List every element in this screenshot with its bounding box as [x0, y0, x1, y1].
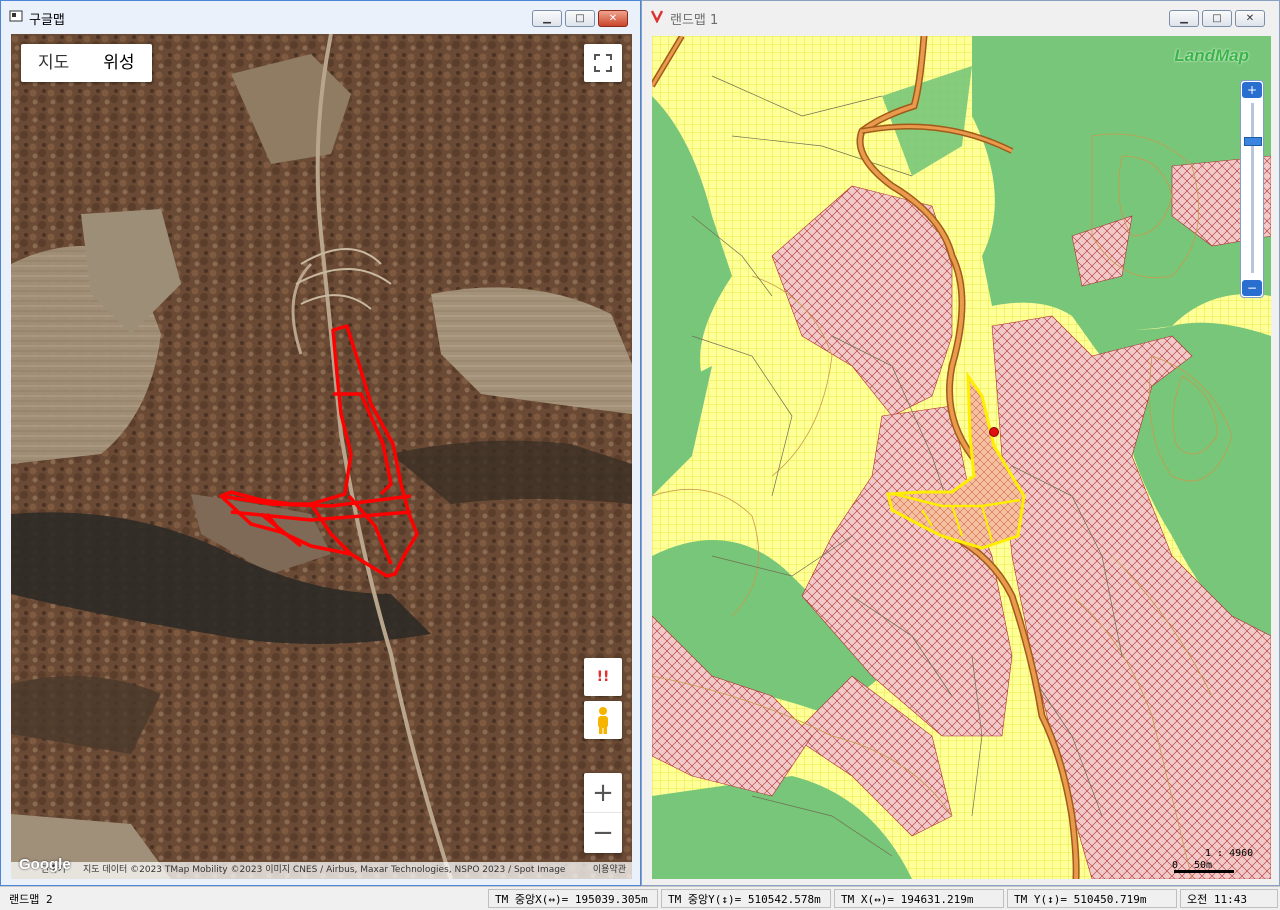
zoom-in-button[interactable]: + — [584, 773, 622, 813]
close-button[interactable]: ✕ — [1235, 10, 1265, 27]
close-icon: ✕ — [1245, 13, 1255, 24]
maximize-icon: □ — [575, 13, 585, 24]
location-marker — [989, 427, 999, 437]
scale-distance: 50m — [1194, 860, 1213, 871]
zoom-slider-track[interactable] — [1251, 103, 1254, 273]
landmap-app-icon — [650, 10, 664, 23]
zoom-out-button[interactable]: − — [1242, 280, 1262, 296]
map-type-satellite-button[interactable]: 위성 — [86, 44, 151, 82]
zoom-control[interactable]: + − — [584, 773, 622, 853]
scale-zero: 0 — [1172, 860, 1179, 871]
terms-link[interactable]: 이용약관 — [593, 862, 626, 879]
status-tm-center-y: TM 중앙Y(↕)= 510542.578m — [661, 889, 831, 908]
maximize-button[interactable]: □ — [565, 10, 595, 27]
satellite-map-view[interactable]: 지도 위성 !! + − 단축키 지도 데이터 ©2023 TMap Mobil… — [11, 34, 632, 879]
google-window-titlebar[interactable]: 구글맵 ▁ □ ✕ — [1, 1, 640, 33]
app-icon — [9, 10, 23, 22]
zoom-in-button[interactable]: + — [1242, 82, 1262, 98]
zoom-out-button[interactable]: − — [584, 813, 622, 853]
maximize-button[interactable]: □ — [1202, 10, 1232, 27]
minus-icon: − — [592, 818, 614, 848]
close-icon: ✕ — [608, 13, 618, 24]
zoom-slider-handle[interactable] — [1244, 137, 1262, 146]
map-attribution-bar: 단축키 지도 데이터 ©2023 TMap Mobility ©2023 이미지… — [11, 862, 632, 879]
window-title: 랜드맵 1 — [670, 13, 719, 28]
fullscreen-icon — [594, 54, 612, 72]
window-title: 구글맵 — [29, 13, 65, 28]
pegman-icon — [598, 707, 608, 734]
landmap-window-titlebar[interactable]: 랜드맵 1 ▁ □ ✕ — [642, 1, 1279, 33]
minimize-icon: ▁ — [543, 13, 551, 24]
minimize-button[interactable]: ▁ — [532, 10, 562, 27]
fullscreen-button[interactable] — [584, 44, 622, 82]
minimize-button[interactable]: ▁ — [1169, 10, 1199, 27]
street-view-pegman-button[interactable] — [584, 701, 622, 739]
zoom-slider-control[interactable]: + − — [1240, 80, 1264, 298]
minus-icon: − — [1246, 281, 1258, 295]
map-scale-ratio: 1 : 4960 — [1205, 848, 1254, 859]
status-window-name: 랜드맵 2 — [9, 893, 53, 906]
landmap-logo: LandMap — [1174, 46, 1249, 65]
google-logo: Google — [19, 856, 71, 873]
status-tm-y: TM Y(↕)= 510450.719m — [1007, 889, 1177, 908]
status-tm-center-x: TM 중앙X(↔)= 195039.305m — [488, 889, 658, 908]
report-issue-button[interactable]: !! — [584, 658, 622, 696]
map-type-map-button[interactable]: 지도 — [21, 44, 86, 82]
status-clock: 오전 11:43 — [1180, 889, 1278, 908]
warning-icon: !! — [596, 669, 610, 685]
status-tm-x: TM X(↔)= 194631.219m — [834, 889, 1004, 908]
plus-icon: + — [1246, 83, 1258, 97]
maximize-icon: □ — [1212, 13, 1222, 24]
land-use-map — [652, 36, 1271, 879]
google-map-window[interactable]: 구글맵 ▁ □ ✕ 지도 위성 !! + − 단축키 지도 데이터 ©2023 … — [0, 0, 641, 886]
cadastral-map-view[interactable]: LandMap + − 1 : 4960 0 50m — [652, 36, 1271, 879]
plus-icon: + — [592, 778, 614, 808]
close-button[interactable]: ✕ — [598, 10, 628, 27]
status-bar: 랜드맵 2 TM 중앙X(↔)= 195039.305m TM 중앙Y(↕)= … — [0, 886, 1280, 910]
minimize-icon: ▁ — [1180, 13, 1188, 24]
satellite-imagery — [11, 34, 632, 879]
map-data-attribution: 지도 데이터 ©2023 TMap Mobility ©2023 이미지 CNE… — [83, 865, 566, 875]
landmap-window[interactable]: 랜드맵 1 ▁ □ ✕ LandMap + − 1: 4960 0 50m — [641, 0, 1280, 886]
map-type-switcher[interactable]: 지도 위성 — [21, 44, 152, 82]
